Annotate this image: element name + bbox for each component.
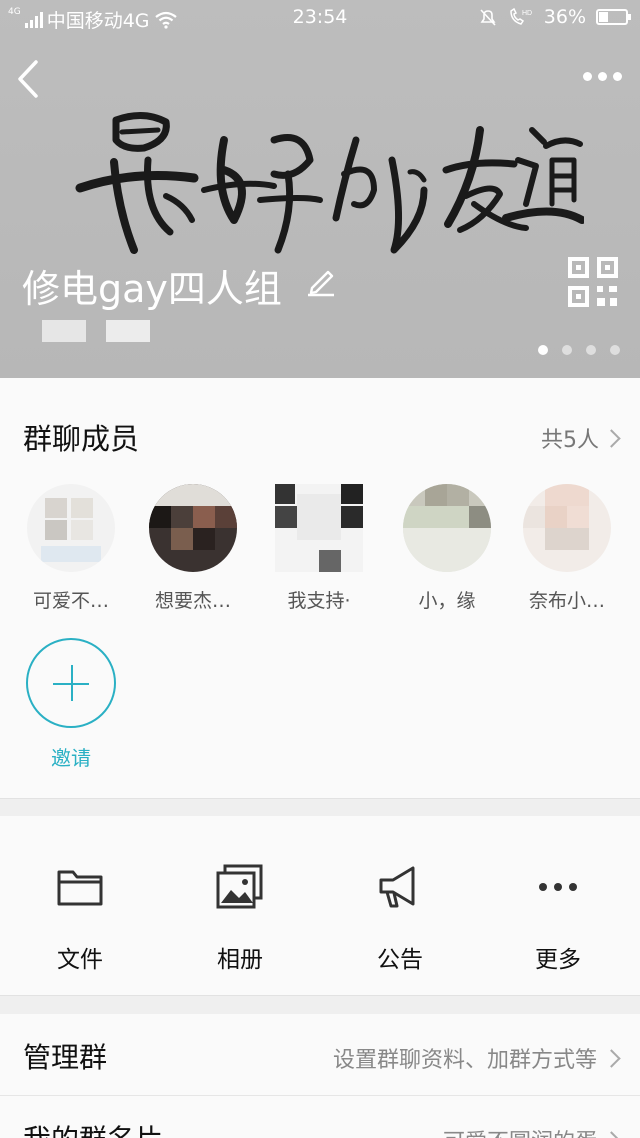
member-name: 我支持·: [287, 590, 351, 612]
invite-button[interactable]: 邀请: [16, 638, 126, 771]
album-button[interactable]: 相册: [180, 860, 300, 974]
megaphone-icon: [379, 866, 415, 908]
my-group-card-value: 可爱不圆润的蛋: [443, 1124, 621, 1138]
announcement-button[interactable]: 公告: [340, 860, 460, 974]
chevron-right-icon: [602, 428, 621, 448]
more-button[interactable]: 更多: [498, 860, 618, 974]
member-avatar: [149, 484, 237, 572]
member-item[interactable]: 可爱不…: [16, 484, 126, 613]
pixelated-info-block: [106, 320, 150, 342]
back-button[interactable]: [10, 54, 50, 104]
plus-icon: [26, 638, 116, 728]
album-icon: [216, 864, 263, 909]
member-item[interactable]: 奈布小…: [512, 484, 622, 613]
group-cover: 4G 中国移动4G 23:54 HD 36% 修电gay四人组: [0, 0, 640, 378]
status-right: HD 36%: [478, 6, 631, 28]
member-item[interactable]: 小，缘: [392, 484, 502, 613]
folder-icon: [57, 870, 103, 906]
page-dot: [610, 345, 620, 355]
manage-group-row[interactable]: 管理群 设置群聊资料、加群方式等: [0, 1014, 640, 1096]
member-name: 想要杰…: [154, 590, 231, 612]
my-group-card-label: 我的群名片: [23, 1118, 163, 1138]
section-divider: [0, 798, 640, 816]
files-button[interactable]: 文件: [20, 860, 140, 974]
members-count-link[interactable]: 共5人: [541, 422, 621, 454]
section-divider: [0, 996, 640, 1014]
mute-bell-icon: [480, 9, 496, 26]
edit-name-icon[interactable]: [304, 264, 338, 298]
members-title: 群聊成员: [23, 422, 140, 456]
battery-percent: 36%: [543, 6, 586, 28]
my-group-card-row[interactable]: 我的群名片 可爱不圆润的蛋: [0, 1096, 640, 1138]
manage-group-label: 管理群: [23, 1041, 108, 1074]
chevron-right-icon: [602, 1130, 621, 1138]
manage-group-hint: 设置群聊资料、加群方式等: [332, 1048, 597, 1073]
battery-level: [599, 12, 608, 22]
cover-calligraphy-image: [75, 112, 584, 254]
more-options-button[interactable]: [580, 64, 624, 88]
member-item[interactable]: 想要杰…: [138, 484, 248, 613]
member-name: 小，缘: [418, 590, 476, 612]
hd-call-icon: HD: [510, 7, 532, 25]
page-dot: [562, 345, 572, 355]
members-section: 群聊成员 共5人 可爱不… 想要杰… 我支持· 小，缘 奈布小… 邀请: [0, 378, 640, 798]
member-item[interactable]: 我支持·: [264, 484, 374, 613]
manage-group-value: 设置群聊资料、加群方式等: [332, 1042, 621, 1074]
hd-label: HD: [522, 10, 532, 17]
member-name: 奈布小…: [528, 590, 605, 612]
album-label: 相册: [217, 947, 263, 973]
my-group-card-nickname: 可爱不圆润的蛋: [443, 1124, 597, 1138]
qr-code-icon[interactable]: [567, 256, 619, 308]
cover-page-indicator: [538, 345, 620, 355]
group-name: 修电gay四人组: [22, 267, 282, 311]
member-avatar: [403, 484, 491, 572]
invite-label: 邀请: [51, 746, 91, 770]
more-label: 更多: [535, 947, 581, 973]
files-label: 文件: [57, 947, 103, 973]
member-avatar: [27, 484, 115, 572]
pixelated-info-block: [42, 320, 86, 342]
announcement-label: 公告: [377, 947, 423, 973]
chevron-right-icon: [602, 1048, 621, 1068]
member-avatar: [523, 484, 611, 572]
member-avatar: [275, 484, 363, 572]
member-name: 可爱不…: [32, 590, 109, 612]
group-actions: 文件 相册 公告 更多: [0, 816, 640, 996]
status-bar: 4G 中国移动4G 23:54 HD 36%: [0, 0, 640, 36]
more-icon: [539, 883, 577, 891]
members-count-label: 共5人: [541, 428, 599, 453]
page-dot: [586, 345, 596, 355]
page-dot: [538, 345, 548, 355]
battery-icon: [596, 9, 631, 25]
